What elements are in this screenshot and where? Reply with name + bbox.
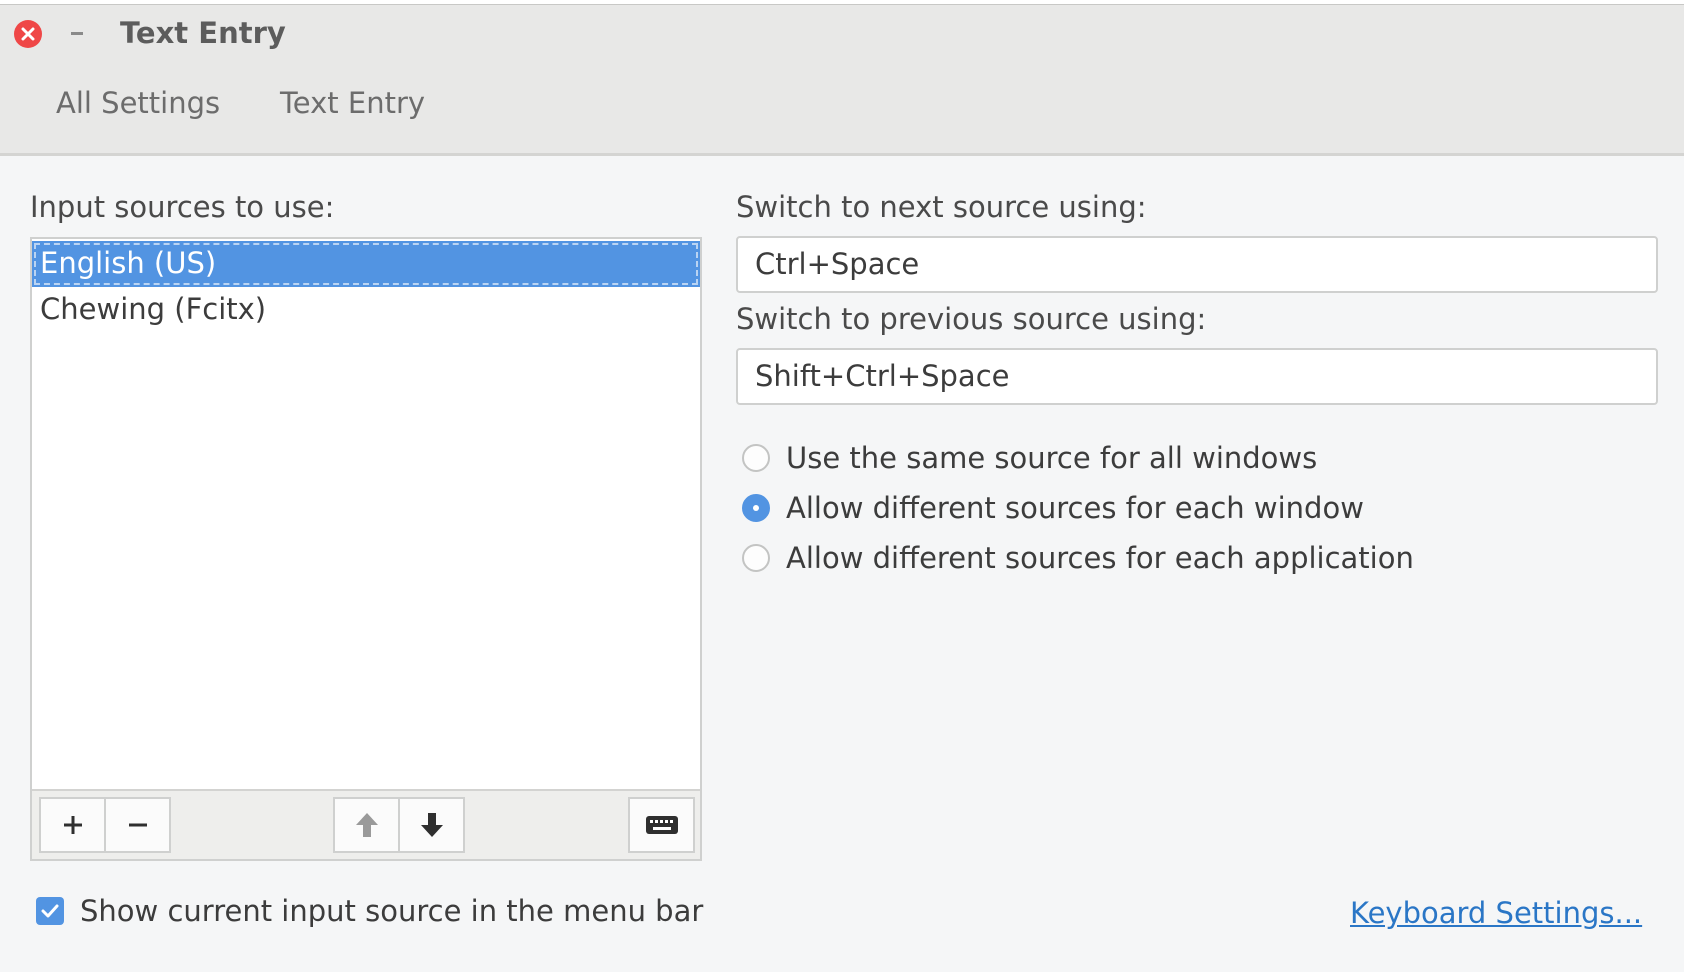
keyboard-settings-link[interactable]: Keyboard Settings... (1350, 896, 1642, 930)
arrow-down-icon (420, 813, 443, 837)
move-down-button[interactable] (398, 797, 465, 853)
keyboard-layout-button[interactable] (628, 797, 695, 853)
show-input-source-checkbox-row[interactable]: Show current input source in the menu ba… (36, 894, 703, 928)
list-item-chewing-fcitx[interactable]: Chewing (Fcitx) (32, 287, 700, 333)
radio-label: Use the same source for all windows (786, 441, 1318, 475)
show-input-source-checkbox[interactable] (36, 897, 64, 925)
list-item-english-us[interactable]: English (US) (32, 241, 700, 287)
radio-different-sources-each-application[interactable]: Allow different sources for each applica… (742, 538, 1414, 578)
arrow-up-icon (355, 813, 378, 837)
radio-button[interactable] (742, 544, 770, 572)
list-toolbar (32, 789, 700, 859)
radio-label: Allow different sources for each applica… (786, 541, 1414, 575)
show-input-source-label: Show current input source in the menu ba… (80, 894, 704, 928)
minus-icon (128, 823, 147, 827)
radio-button-checked[interactable] (742, 494, 770, 522)
text-entry-window: Text Entry All Settings Text Entry Input… (0, 0, 1684, 972)
breadcrumb-text-entry[interactable]: Text Entry (280, 86, 425, 120)
header-bar: Text Entry All Settings Text Entry (0, 0, 1684, 156)
checkmark-icon (41, 904, 59, 918)
previous-source-shortcut-field[interactable]: Shift+Ctrl+Space (736, 348, 1658, 405)
next-source-shortcut-field[interactable]: Ctrl+Space (736, 236, 1658, 293)
radio-same-source-all-windows[interactable]: Use the same source for all windows (742, 438, 1317, 478)
breadcrumb-all-settings[interactable]: All Settings (56, 86, 220, 120)
next-source-label: Switch to next source using: (736, 190, 1147, 224)
input-sources-label: Input sources to use: (30, 190, 335, 224)
minimize-button[interactable] (66, 22, 88, 44)
close-button[interactable] (14, 20, 42, 48)
move-up-button[interactable] (333, 797, 400, 853)
minimize-icon (71, 31, 83, 35)
radio-label: Allow different sources for each window (786, 491, 1364, 525)
add-source-button[interactable] (39, 797, 106, 853)
remove-source-button[interactable] (104, 797, 171, 853)
input-sources-list: English (US) Chewing (Fcitx) (30, 237, 702, 861)
previous-source-label: Switch to previous source using: (736, 302, 1207, 336)
radio-button[interactable] (742, 444, 770, 472)
keyboard-icon (645, 816, 678, 834)
plus-icon (63, 816, 82, 834)
close-icon (21, 27, 35, 41)
window-title: Text Entry (120, 16, 286, 50)
radio-different-sources-each-window[interactable]: Allow different sources for each window (742, 488, 1364, 528)
